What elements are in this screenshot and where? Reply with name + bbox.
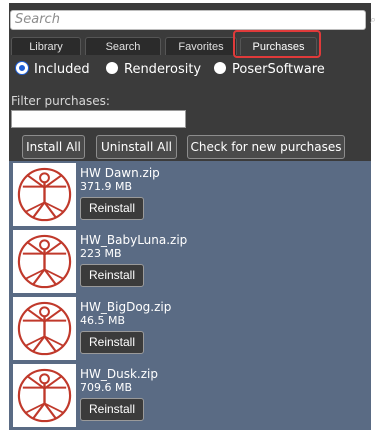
reinstall-button[interactable]: Reinstall	[80, 331, 144, 354]
item-size: 371.9 MB	[80, 180, 133, 193]
radio-label: PoserSoftware	[232, 62, 325, 77]
vitruvian-man-icon	[13, 297, 76, 360]
tab-favorites[interactable]: Favorites	[165, 37, 237, 55]
radio-included[interactable]: Included	[16, 62, 90, 80]
list-item: HW_BigDog.zip 46.5 MB Reinstall	[9, 295, 371, 361]
item-name: HW_BigDog.zip	[80, 300, 172, 314]
product-thumbnail	[17, 167, 72, 222]
list-item: HW_BabyLuna.zip 223 MB Reinstall	[9, 228, 371, 294]
item-name: HW_BabyLuna.zip	[80, 233, 188, 247]
item-size: 46.5 MB	[80, 314, 126, 327]
search-input[interactable]: Search	[10, 10, 366, 30]
tab-purchases[interactable]: Purchases	[240, 37, 317, 55]
radio-selected-icon	[16, 62, 28, 74]
radio-unselected-icon	[214, 62, 226, 74]
item-size: 709.6 MB	[80, 381, 133, 394]
item-name: HW Dawn.zip	[80, 166, 160, 180]
reinstall-button[interactable]: Reinstall	[80, 197, 144, 220]
product-thumbnail	[17, 301, 72, 356]
install-all-button[interactable]: Install All	[22, 135, 85, 159]
item-name: HW_Dusk.zip	[80, 367, 158, 381]
item-size: 223 MB	[80, 247, 122, 260]
radio-unselected-icon	[106, 62, 118, 74]
list-item: HW Dawn.zip 371.9 MB Reinstall	[9, 161, 371, 227]
list-item: HW_Dusk.zip 709.6 MB Reinstall	[9, 362, 371, 428]
radio-renderosity[interactable]: Renderosity	[106, 62, 201, 80]
filter-input[interactable]	[11, 110, 186, 128]
tab-search[interactable]: Search	[85, 37, 161, 55]
product-thumbnail	[17, 234, 72, 289]
reinstall-button[interactable]: Reinstall	[80, 264, 144, 287]
reinstall-button[interactable]: Reinstall	[80, 398, 144, 421]
vitruvian-man-icon	[13, 163, 76, 226]
vitruvian-man-icon	[13, 230, 76, 293]
vitruvian-man-icon	[13, 364, 76, 427]
filter-label: Filter purchases:	[11, 94, 110, 108]
product-thumbnail	[17, 368, 72, 423]
search-icon[interactable]: ⌕	[370, 13, 376, 27]
content-library-panel: Search ⌕ Library Search Favorites Purcha…	[0, 0, 376, 430]
purchases-list: HW Dawn.zip 371.9 MB Reinstall HW_BabyLu…	[9, 161, 371, 430]
radio-posersoftware[interactable]: PoserSoftware	[214, 62, 325, 80]
radio-label: Renderosity	[124, 62, 202, 77]
radio-label: Included	[34, 62, 90, 77]
check-new-purchases-button[interactable]: Check for new purchases	[187, 135, 345, 159]
uninstall-all-button[interactable]: Uninstall All	[96, 135, 177, 159]
tab-library[interactable]: Library	[11, 37, 81, 55]
